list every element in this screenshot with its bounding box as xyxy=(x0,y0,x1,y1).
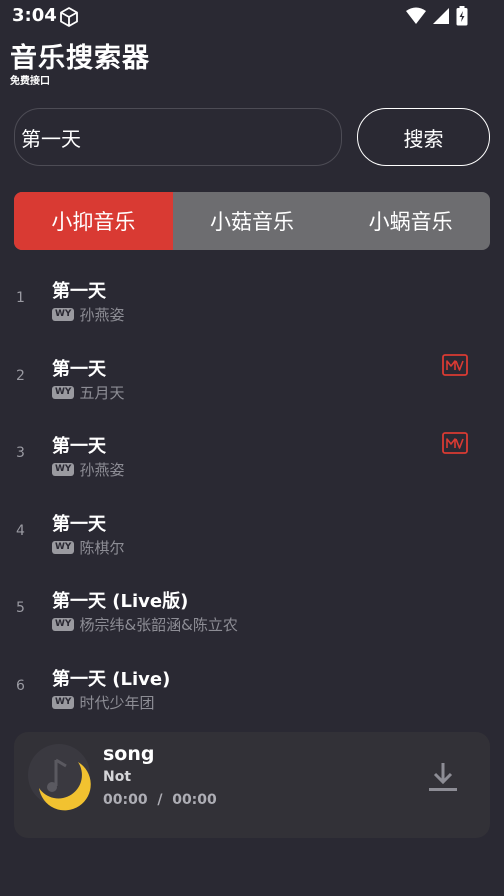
source-badge: WY xyxy=(52,695,75,709)
wifi-icon xyxy=(406,7,426,29)
song-meta: WY 孙燕姿 xyxy=(52,459,124,480)
song-meta: WY 孙燕姿 xyxy=(52,304,124,325)
song-meta: WY 五月天 xyxy=(52,382,124,403)
player-time: 00:00 / 00:00 xyxy=(103,792,217,808)
time-separator: / xyxy=(157,792,163,808)
list-item[interactable]: 5 第一天 (Live版) WY 杨宗纬&张韶涵&陈立农 xyxy=(0,572,504,650)
source-badge: WY xyxy=(52,618,75,631)
song-index: 6 xyxy=(16,677,25,694)
song-artist: 孙燕姿 xyxy=(79,461,125,479)
song-artist: 陈棋尔 xyxy=(79,538,125,557)
song-index: 4 xyxy=(16,522,25,539)
status-bar: 3:04 xyxy=(0,0,504,34)
source-badge: WY xyxy=(52,385,75,399)
app-subtitle: 免费接口 xyxy=(10,76,50,87)
song-title: 第一天 xyxy=(52,281,106,302)
music-disc-icon[interactable] xyxy=(26,742,106,826)
tab-xiaowo-music[interactable]: 小蜗音乐 xyxy=(331,192,490,250)
source-tabs: 小抑音乐 小菇音乐 小蜗音乐 xyxy=(14,192,490,250)
list-item[interactable]: 4 第一天 WY 陈棋尔 xyxy=(0,495,504,573)
list-item[interactable]: 6 第一天 (Live) WY 时代少年团 xyxy=(0,650,504,728)
song-title: 第一天 xyxy=(52,513,106,535)
app-title: 音乐搜索器 xyxy=(10,43,150,74)
song-title: 第一天 xyxy=(52,358,106,380)
search-button[interactable]: 搜索 xyxy=(357,108,490,166)
song-index: 1 xyxy=(16,290,25,306)
total-time: 00:00 xyxy=(172,792,217,808)
mini-player[interactable]: song Not 00:00 / 00:00 xyxy=(14,732,490,838)
song-index: 2 xyxy=(16,367,25,384)
song-index: 3 xyxy=(16,445,25,461)
song-artist: 孙燕姿 xyxy=(79,306,125,324)
battery-icon xyxy=(456,6,468,30)
cube-icon xyxy=(58,6,80,32)
song-title: 第一天 (Live版) xyxy=(52,591,189,612)
status-time: 3:04 xyxy=(12,5,57,26)
song-title: 第一天 (Live) xyxy=(52,668,171,690)
tab-xiaoyi-music[interactable]: 小抑音乐 xyxy=(14,192,173,250)
song-title: 第一天 xyxy=(52,436,106,457)
list-item[interactable]: 3 第一天 WY 孙燕姿 xyxy=(0,417,504,495)
tab-xiaogu-music[interactable]: 小菇音乐 xyxy=(173,192,332,250)
song-artist: 五月天 xyxy=(79,383,125,402)
source-badge: WY xyxy=(52,463,75,476)
source-badge: WY xyxy=(52,540,75,554)
song-meta: WY 时代少年团 xyxy=(52,692,154,713)
list-item[interactable]: 2 第一天 WY 五月天 xyxy=(0,340,504,418)
download-icon[interactable] xyxy=(426,760,460,798)
song-meta: WY 杨宗纬&张韶涵&陈立农 xyxy=(52,614,238,635)
search-input[interactable] xyxy=(14,108,342,166)
song-artist: 杨宗纬&张韶涵&陈立农 xyxy=(79,616,238,634)
song-index: 5 xyxy=(16,600,25,616)
signal-icon xyxy=(432,7,450,29)
song-list: 1 第一天 WY 孙燕姿 2 第一天 WY 五月天 3 第一天 WY 孙燕姿 4… xyxy=(0,262,504,727)
mv-icon[interactable] xyxy=(442,354,468,382)
song-artist: 时代少年团 xyxy=(79,693,155,712)
mv-icon[interactable] xyxy=(442,432,468,460)
player-song-title: song xyxy=(103,743,155,765)
current-time: 00:00 xyxy=(103,792,148,808)
song-meta: WY 陈棋尔 xyxy=(52,537,124,558)
source-badge: WY xyxy=(52,308,75,321)
list-item[interactable]: 1 第一天 WY 孙燕姿 xyxy=(0,262,504,340)
player-artist: Not xyxy=(103,769,132,785)
